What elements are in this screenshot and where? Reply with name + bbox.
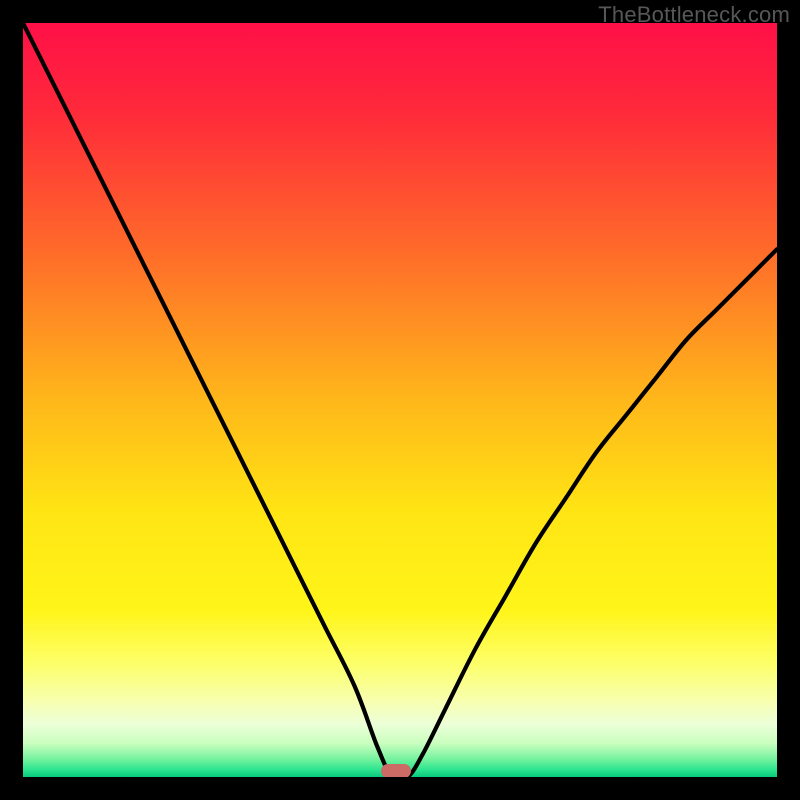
optimal-marker bbox=[381, 764, 411, 777]
chart-frame: TheBottleneck.com bbox=[0, 0, 800, 800]
attribution-text: TheBottleneck.com bbox=[598, 2, 790, 28]
plot-area bbox=[23, 23, 777, 777]
bottleneck-curve bbox=[23, 23, 777, 777]
